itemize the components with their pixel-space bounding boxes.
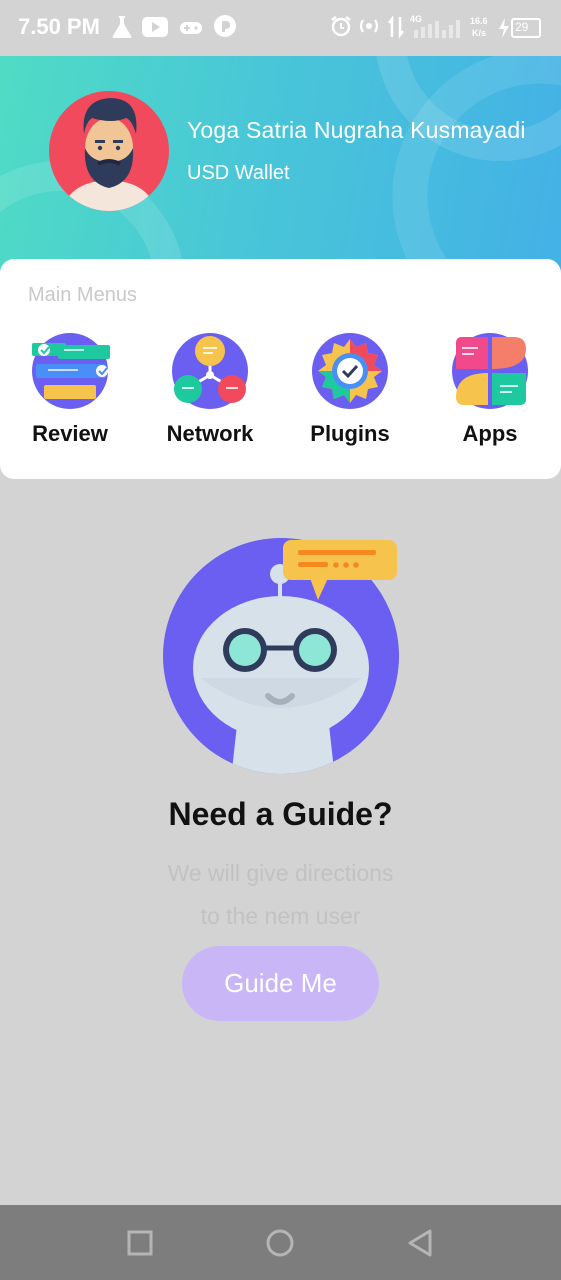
status-time: 7.50 PM	[18, 14, 100, 39]
recent-apps-button[interactable]	[122, 1225, 158, 1261]
battery-icon: 29	[511, 18, 541, 38]
guide-description-line1: We will give directions	[167, 860, 394, 886]
app-icon	[214, 15, 236, 37]
speed-value: 16.6	[470, 16, 488, 26]
alarm-icon	[331, 16, 351, 37]
signal-icon	[414, 20, 460, 38]
wallet-label: USD Wallet	[187, 162, 290, 184]
menu-label-network: Network	[166, 421, 254, 446]
menu-item-network[interactable]: Network	[140, 331, 280, 451]
speed-unit: K/s	[472, 28, 487, 38]
review-icon	[32, 333, 110, 409]
guide-title: Need a Guide?	[168, 796, 393, 832]
main-menus-title: Main Menus	[28, 284, 137, 306]
menu-item-apps[interactable]: Apps	[420, 331, 560, 451]
flask-icon	[112, 16, 132, 38]
apps-icon	[452, 333, 528, 409]
gamepad-icon	[180, 22, 202, 34]
status-bar: 7.50 PM 4G 16.6 K/s 29	[0, 0, 561, 56]
profile-header: Yoga Satria Nugraha Kusmayadi USD Wallet	[0, 56, 561, 282]
charging-icon	[499, 18, 509, 38]
home-button[interactable]	[262, 1225, 298, 1261]
system-nav-bar	[0, 1205, 561, 1280]
back-button[interactable]	[402, 1225, 438, 1261]
user-name: Yoga Satria Nugraha Kusmayadi	[187, 117, 526, 143]
guide-description: We will give directions to the nem user	[0, 852, 561, 938]
data-transfer-icon	[388, 15, 404, 39]
menu-label-plugins: Plugins	[310, 421, 390, 446]
menu-item-review[interactable]: Review	[0, 331, 140, 451]
plugins-icon	[312, 333, 388, 409]
battery-level: 29	[515, 20, 529, 34]
robot-guide-illustration	[163, 538, 399, 774]
guide-me-button[interactable]: Guide Me	[182, 946, 379, 1021]
guide-description-line2: to the nem user	[200, 903, 361, 929]
menu-label-review: Review	[32, 421, 108, 446]
hotspot-icon	[359, 19, 379, 33]
menu-item-plugins[interactable]: Plugins	[280, 331, 420, 451]
menu-label-apps: Apps	[462, 421, 518, 446]
main-menus-card: Main Menus Review Network Plugins Apps	[0, 259, 561, 479]
network-icon	[172, 333, 248, 409]
youtube-icon	[142, 17, 168, 37]
avatar[interactable]	[48, 90, 170, 212]
